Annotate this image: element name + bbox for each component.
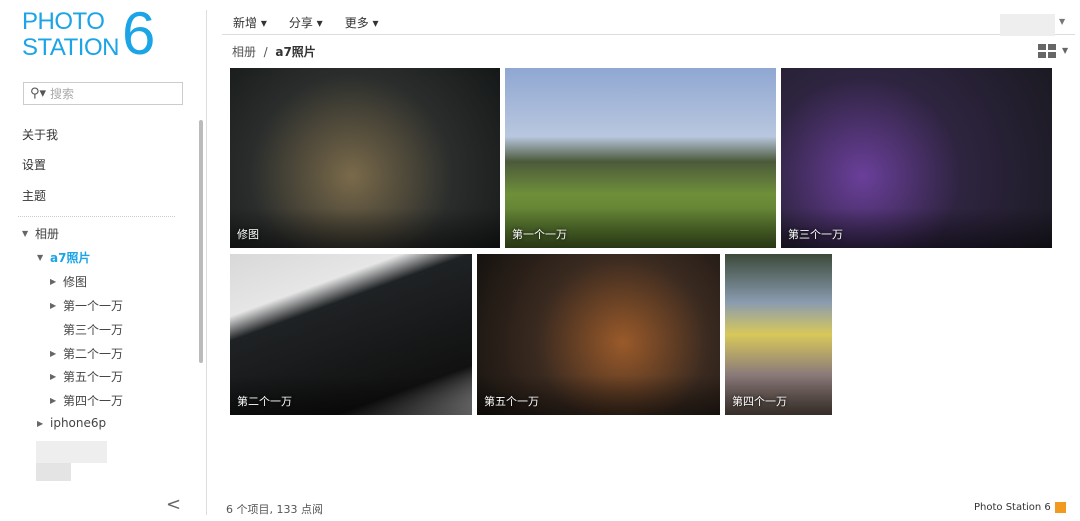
caret-right-icon[interactable]: ▶ [50, 372, 58, 381]
tree-item-child[interactable]: ▶ 第五个一万 [50, 368, 123, 385]
breadcrumb-current: a7照片 [275, 45, 316, 59]
tree-item-child[interactable]: ▶ 第四个一万 [50, 392, 123, 409]
photo-tile[interactable]: 第五个一万 [477, 254, 720, 415]
photo-tile[interactable]: 第四个一万 [725, 254, 832, 415]
breadcrumb: 相册 / a7照片 [232, 45, 316, 59]
divider [18, 216, 175, 217]
breadcrumb-root[interactable]: 相册 [232, 45, 256, 59]
search-icon[interactable]: ⚲▾ [30, 86, 46, 101]
user-menu[interactable] [1000, 14, 1055, 36]
caret-down-icon[interactable]: ▼ [1062, 46, 1068, 55]
more-button[interactable]: 更多 ▾ [345, 14, 379, 31]
new-button[interactable]: 新增 ▾ [233, 14, 267, 31]
footer-brand: Photo Station 6 [974, 502, 1066, 513]
blurred-item [36, 441, 107, 463]
photo-tile[interactable]: 修图 [230, 68, 500, 248]
tree-item-child[interactable]: ▶ 第二个一万 [50, 345, 123, 362]
caret-right-icon[interactable]: ▶ [50, 396, 58, 405]
photo-tile[interactable]: 第三个一万 [781, 68, 1052, 248]
photo-tile[interactable]: 第二个一万 [230, 254, 472, 415]
toolbar: 新增 ▾ 分享 ▾ 更多 ▾ [222, 10, 1075, 35]
tree-item-child[interactable]: ▶ 修图 [50, 273, 87, 290]
caret-down-icon[interactable]: ▼ [22, 229, 30, 238]
nav-about[interactable]: 关于我 [22, 126, 58, 143]
share-button[interactable]: 分享 ▾ [289, 14, 323, 31]
nav-theme[interactable]: 主题 [22, 187, 46, 204]
caret-right-icon[interactable]: ▶ [50, 277, 58, 286]
search-input[interactable]: ⚲▾ 搜索 [23, 82, 183, 105]
divider [206, 10, 207, 515]
caret-down-icon[interactable]: ▼ [1059, 17, 1065, 26]
rss-icon[interactable] [1054, 502, 1066, 513]
tree-item-iphone6p[interactable]: ▶ iphone6p [37, 416, 106, 430]
sidebar-scrollbar[interactable] [199, 120, 203, 363]
tree-item-child[interactable]: 第三个一万 [50, 321, 123, 338]
nav-settings[interactable]: 设置 [22, 156, 46, 173]
caret-right-icon[interactable]: ▶ [50, 349, 58, 358]
photo-tile[interactable]: 第一个一万 [505, 68, 776, 248]
collapse-sidebar-icon[interactable]: < [166, 494, 181, 515]
caret-right-icon[interactable]: ▶ [37, 419, 45, 428]
tree-item-a7[interactable]: ▼ a7照片 [37, 249, 90, 266]
caret-right-icon[interactable]: ▶ [50, 301, 58, 310]
grid-view-icon[interactable] [1038, 44, 1056, 58]
caret-down-icon[interactable]: ▼ [37, 253, 45, 262]
tree-item-child[interactable]: ▶ 第一个一万 [50, 297, 123, 314]
blurred-item [36, 463, 71, 481]
status-text: 6 个项目, 133 点阅 [226, 503, 323, 516]
tree-item-albums[interactable]: ▼ 相册 [22, 225, 59, 242]
